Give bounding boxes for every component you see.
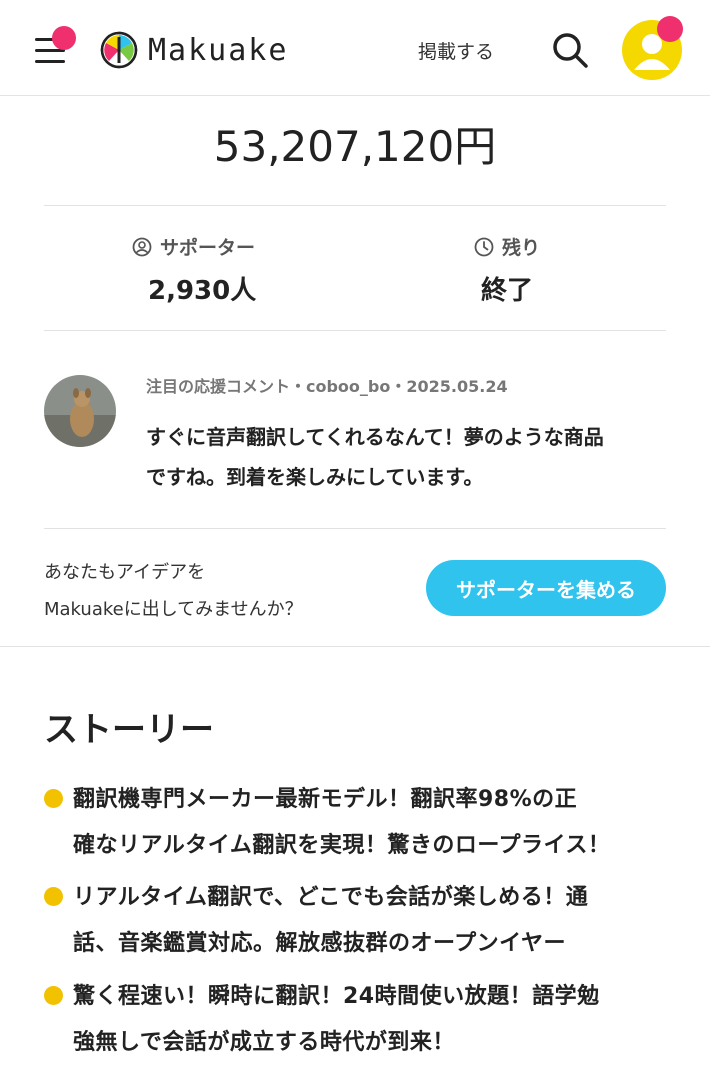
notification-dot <box>657 16 683 42</box>
bullet-line: 翻訳機専門メーカー最新モデル！翻訳率98%の正 <box>73 787 578 812</box>
comment-line: すぐに音声翻訳してくれるなんて！夢のような商品 <box>146 425 604 449</box>
divider <box>44 330 666 331</box>
bullet-dot <box>44 789 63 808</box>
comment-meta: 注目の応援コメント・coboo_bo・2025.05.24 <box>146 377 508 396</box>
bullet-line: リアルタイム翻訳で、どこでも会話が楽しめる！通 <box>73 885 589 910</box>
story-title: ストーリー <box>44 710 214 750</box>
bullet-line: 驚く程速い！瞬時に翻訳！24時間使い放題！語学勉 <box>73 984 600 1009</box>
bullet-line: 強無しで会話が成立する時代が到来！ <box>73 1030 455 1055</box>
post-project-link[interactable]: 掲載する <box>418 37 494 64</box>
search-button[interactable] <box>550 30 590 70</box>
logo-text: Makuake <box>148 32 289 68</box>
comment-text: すぐに音声翻訳してくれるなんて！夢のような商品 ですね。到着を楽しみにしています… <box>146 417 666 497</box>
story-bullet: 翻訳機専門メーカー最新モデル！翻訳率98%の正 確なリアルタイム翻訳を実現！驚き… <box>44 777 674 869</box>
supporters-count: 2,930人 <box>148 276 257 306</box>
supporters-label-text: サポーター <box>160 237 256 259</box>
bullet-line: 話、音楽鑑賞対応。解放感抜群のオープンイヤー <box>73 931 567 956</box>
remaining-label: 残り <box>474 233 540 260</box>
bullet-dot <box>44 887 63 906</box>
clock-icon <box>474 237 494 256</box>
remaining-value: 終了 <box>481 276 534 306</box>
story-bullet: 驚く程速い！瞬時に翻訳！24時間使い放題！語学勉 強無しで会話が成立する時代が到… <box>44 974 674 1066</box>
supporters-label: サポーター <box>132 233 255 260</box>
promo-text-line2: Makuakeに出してみませんか？ <box>44 599 303 620</box>
story-bullet: リアルタイム翻訳で、どこでも会話が楽しめる！通 話、音楽鑑賞対応。解放感抜群のオ… <box>44 875 674 967</box>
funding-amount: 53,207,120円 <box>213 122 497 171</box>
makuake-logo[interactable]: Makuake <box>100 30 288 70</box>
search-icon <box>553 33 588 68</box>
notification-dot <box>52 26 76 50</box>
divider <box>44 528 666 529</box>
person-circle-icon <box>132 237 152 256</box>
commenter-avatar[interactable] <box>44 375 116 447</box>
bullet-dot <box>44 986 63 1005</box>
menu-button[interactable] <box>30 26 76 70</box>
promo-text-line1: あなたもアイデアを <box>44 562 206 583</box>
comment-line: ですね。到着を楽しみにしています。 <box>146 465 484 489</box>
bullet-line: 確なリアルタイム翻訳を実現！驚きのロープライス！ <box>73 833 611 858</box>
collect-supporters-button[interactable]: サポーターを集める <box>426 560 666 616</box>
remaining-label-text: 残り <box>502 237 541 259</box>
dog-photo-icon <box>44 375 116 447</box>
makuake-logo-icon <box>100 31 138 69</box>
divider <box>44 205 666 206</box>
section-divider <box>0 646 710 647</box>
user-avatar-button[interactable] <box>620 16 684 82</box>
